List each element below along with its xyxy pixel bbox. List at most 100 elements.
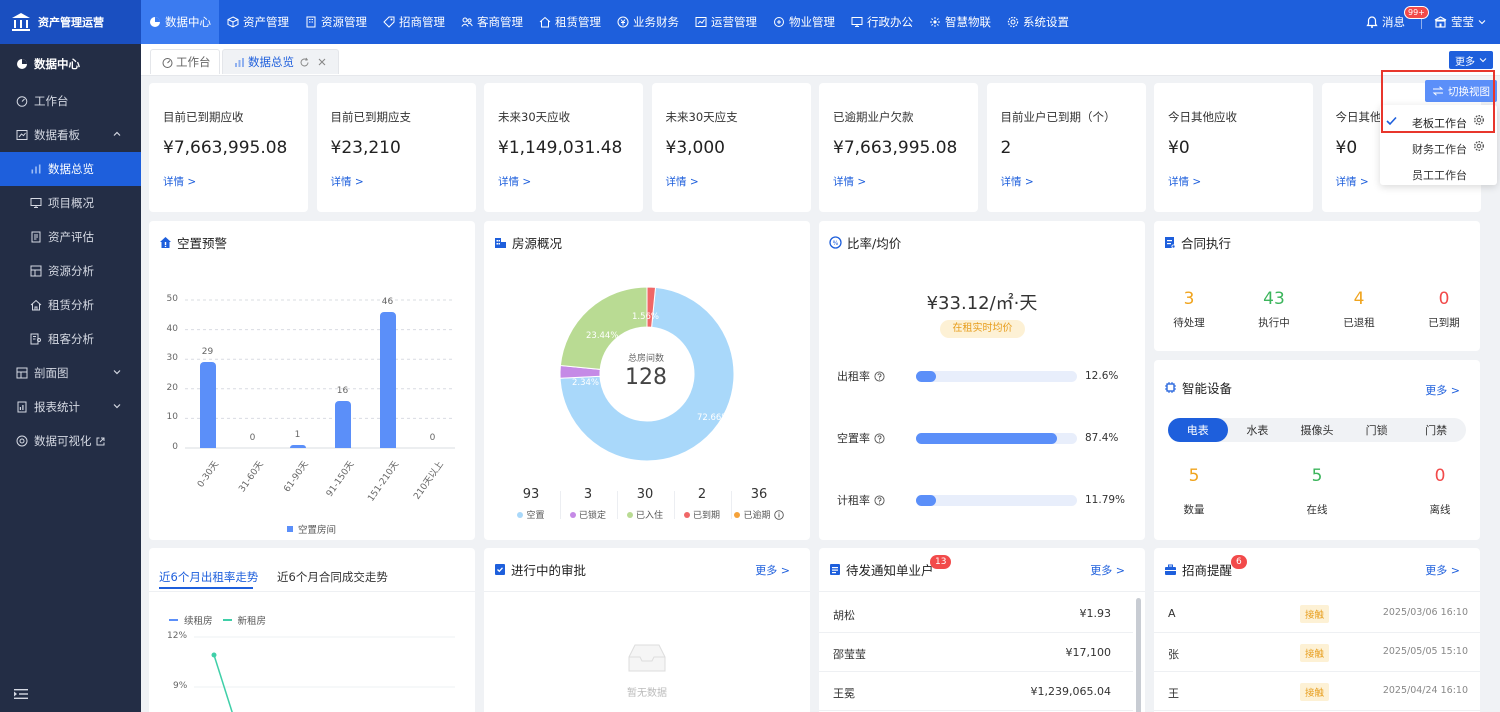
bar[interactable] <box>379 311 396 448</box>
help-icon[interactable] <box>874 370 885 382</box>
messages-label: 消息 <box>1382 15 1405 29</box>
sidebar-subitem-1[interactable]: 项目概况 <box>0 186 141 220</box>
sidebar-subitem-3[interactable]: 资源分析 <box>0 254 141 288</box>
notice-row[interactable]: 王冕 ¥1,239,065.04 <box>819 672 1133 711</box>
stat-card-3: 未来30天应支 ¥3,000 详情 > <box>651 83 811 212</box>
top-nav-item-4[interactable]: 客商管理 <box>453 0 531 44</box>
rate-progress-fill <box>916 432 1057 444</box>
devices-more-link[interactable]: 更多 > <box>1425 382 1460 398</box>
sidebar-subitem-2[interactable]: 资产评估 <box>0 220 141 254</box>
stat-detail-link[interactable]: 详情 > <box>498 174 531 189</box>
tab-data-overview[interactable]: 数据总览 <box>222 49 339 74</box>
contract-stat-1[interactable]: 43 执行中 <box>1244 289 1304 330</box>
notice-row[interactable]: 邵莹莹 ¥17,100 <box>819 633 1133 672</box>
stat-detail-link[interactable]: 详情 > <box>163 174 196 189</box>
device-tab-1[interactable]: 水表 <box>1228 418 1288 442</box>
lead-row[interactable]: 王 接触 2025/04/24 16:10 <box>1154 672 1480 711</box>
more-button[interactable]: 更多 <box>1449 51 1493 69</box>
approval-more-link[interactable]: 更多 > <box>755 562 790 578</box>
top-nav-item-2[interactable]: 资源管理 <box>297 0 375 44</box>
stat-detail-link[interactable]: 详情 > <box>1336 174 1369 189</box>
amount: ¥1.93 <box>1079 607 1112 620</box>
top-nav-item-11[interactable]: 系统设置 <box>999 0 1077 44</box>
legend-dot <box>517 511 524 518</box>
tenant-name: 王冕 <box>833 687 855 700</box>
contract-card: 合同执行 3 待处理 43 执行中 4 已退租 0 已到期 <box>1154 221 1480 351</box>
contract-stat-0[interactable]: 3 待处理 <box>1159 289 1219 330</box>
bar[interactable] <box>289 445 306 448</box>
device-tab-4[interactable]: 门禁 <box>1406 418 1466 442</box>
doc-icon <box>31 231 41 243</box>
collapse-menu-icon[interactable] <box>14 688 28 700</box>
chart-legend: 空置房间 <box>287 522 336 536</box>
info-icon[interactable] <box>773 509 784 520</box>
device-stat-label: 离线 <box>1429 504 1451 516</box>
leads-more-link[interactable]: 更多 > <box>1425 562 1460 578</box>
top-nav-item-1[interactable]: 资产管理 <box>219 0 297 44</box>
notice-more-link[interactable]: 更多 > <box>1090 562 1125 578</box>
top-nav-item-5[interactable]: 租赁管理 <box>531 0 609 44</box>
y-tick-label: 0 <box>172 442 178 452</box>
view-option-1[interactable]: 财务工作台 <box>1380 134 1497 160</box>
device-tab-2[interactable]: 摄像头 <box>1287 418 1347 442</box>
top-nav-item-0[interactable]: 数据中心 <box>141 0 219 44</box>
pie-icon <box>17 59 27 69</box>
view-option-2[interactable]: 员工工作台 <box>1380 160 1497 186</box>
sidebar-item-4[interactable]: 数据可视化 <box>0 424 141 458</box>
help-icon[interactable] <box>874 494 885 506</box>
sidebar-subitem-5[interactable]: 租客分析 <box>0 322 141 356</box>
help-icon[interactable] <box>874 432 885 444</box>
stat-detail-link[interactable]: 详情 > <box>1001 174 1034 189</box>
contract-stat-value: 0 <box>1438 289 1450 309</box>
donut-center-value: 128 <box>625 365 667 390</box>
lead-row[interactable]: A 接触 2025/03/06 16:10 <box>1154 594 1480 633</box>
refresh-icon[interactable] <box>299 57 310 68</box>
contract-stat-3[interactable]: 0 已到期 <box>1414 289 1474 330</box>
lead-row[interactable]: 张 接触 2025/05/05 15:10 <box>1154 633 1480 672</box>
brand[interactable]: 资产管理运营 <box>0 0 141 44</box>
device-tab-3[interactable]: 门锁 <box>1347 418 1407 442</box>
bar[interactable] <box>334 400 351 448</box>
stat-value: ¥7,663,995.08 <box>163 138 288 158</box>
sidebar-item-0[interactable]: 工作台 <box>0 84 141 118</box>
stat-detail-link[interactable]: 详情 > <box>666 174 699 189</box>
housing-stat-label: 已入住 <box>616 508 674 521</box>
housing-stat-3: 2 已到期 <box>673 487 732 521</box>
top-nav-item-9[interactable]: 行政办公 <box>843 0 921 44</box>
housing-stat-value: 3 <box>583 487 593 502</box>
stat-card-5: 目前业户已到期（个） 2 详情 > <box>986 83 1146 212</box>
top-nav-item-7[interactable]: 运营管理 <box>687 0 765 44</box>
bar[interactable] <box>199 362 216 448</box>
messages-button[interactable]: 消息 99+ <box>1366 6 1429 30</box>
legend-dot <box>683 511 690 518</box>
tab-workbench[interactable]: 工作台 <box>150 49 220 74</box>
sidebar-item-3[interactable]: 报表统计 <box>0 390 141 424</box>
top-nav-item-8[interactable]: 物业管理 <box>765 0 843 44</box>
top-nav-item-10[interactable]: 智慧物联 <box>921 0 999 44</box>
sidebar-item-2[interactable]: 剖面图 <box>0 356 141 390</box>
switch-view-button[interactable]: 切换视图 <box>1425 80 1497 102</box>
lead-name: A <box>1168 607 1176 620</box>
sidebar-item-1[interactable]: 数据看板 <box>0 118 141 152</box>
rate-row-0: 出租率 12.6% <box>837 368 1137 384</box>
stat-detail-link[interactable]: 详情 > <box>331 174 364 189</box>
legend-swatch <box>287 526 293 532</box>
user-menu[interactable]: 莹莹 <box>1434 14 1486 30</box>
close-icon[interactable] <box>317 57 327 67</box>
scrollbar[interactable] <box>1136 598 1141 712</box>
view-option-0[interactable]: 老板工作台 <box>1380 108 1497 134</box>
notice-row[interactable]: 胡松 ¥1.93 <box>819 594 1133 633</box>
slice-percent-label: 72.66% <box>697 413 730 423</box>
stat-detail-link[interactable]: 详情 > <box>1168 174 1201 189</box>
sidebar-subitem-0[interactable]: 数据总览 <box>0 152 141 186</box>
stat-detail-link[interactable]: 详情 > <box>833 174 866 189</box>
settings-gear-icon[interactable] <box>1473 114 1485 126</box>
settings-gear-icon[interactable] <box>1473 140 1485 152</box>
top-nav-item-6[interactable]: 业务财务 <box>609 0 687 44</box>
data-point[interactable] <box>211 652 217 658</box>
contract-stat-2[interactable]: 4 已退租 <box>1329 289 1389 330</box>
device-tab-0[interactable]: 电表 <box>1168 418 1228 442</box>
housing-stat-label: 已到期 <box>673 508 731 521</box>
top-nav-item-3[interactable]: 招商管理 <box>375 0 453 44</box>
sidebar-subitem-4[interactable]: 租赁分析 <box>0 288 141 322</box>
